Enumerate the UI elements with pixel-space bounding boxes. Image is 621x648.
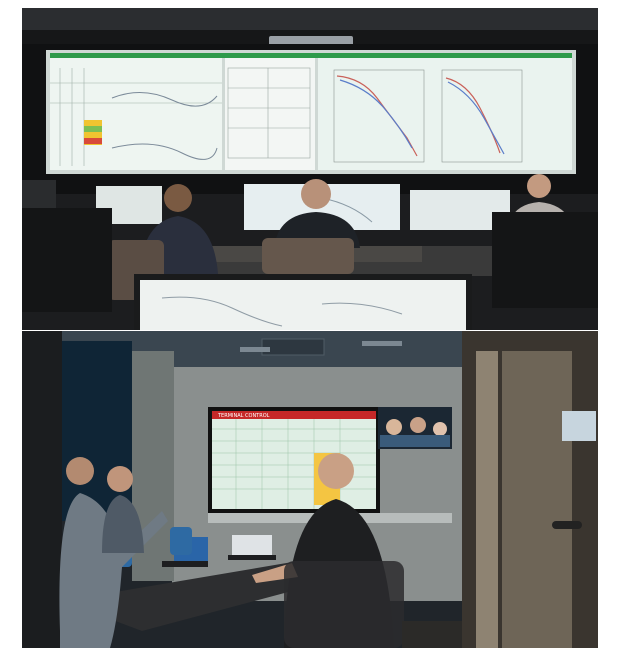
foreground-monitor [134, 274, 472, 330]
monitor [22, 208, 112, 312]
meeting-room-photo: TERMINAL CONTROL [22, 331, 598, 648]
meeting-room-illustration: TERMINAL CONTROL [22, 331, 598, 648]
video-call-display [378, 407, 452, 449]
wall-display-side [62, 341, 132, 521]
control-room-photo [22, 8, 598, 330]
office-chair [262, 238, 354, 274]
meeting-display: TERMINAL CONTROL [208, 407, 380, 513]
office-chair [284, 561, 404, 648]
display-header-text: TERMINAL CONTROL [217, 413, 270, 419]
ceiling-vent [261, 338, 325, 356]
video-wall [46, 50, 576, 174]
laptop [228, 535, 276, 560]
office-chair [170, 527, 192, 555]
monitor [492, 212, 598, 308]
control-room-illustration [22, 8, 598, 330]
